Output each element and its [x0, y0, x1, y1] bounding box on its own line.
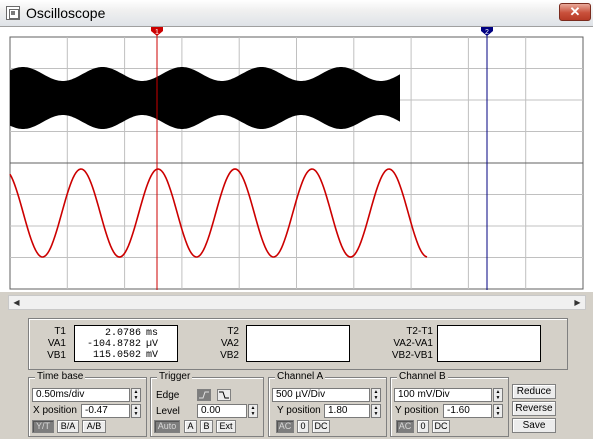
t1-label: T1	[54, 326, 66, 337]
t2-labels: T2 VA2 VB2	[199, 326, 239, 362]
t1-labels: T1 VA1 VB1	[26, 326, 66, 362]
reverse-button[interactable]: Reverse	[512, 401, 556, 416]
channel-b-label: Channel B	[397, 371, 448, 382]
channel-a-dc-button[interactable]: DC	[312, 420, 330, 433]
scroll-right-icon[interactable]: ▶	[570, 296, 585, 309]
channel-b-scale-field[interactable]: 100 mV/Div	[394, 388, 492, 402]
channel-a-envelope	[10, 67, 400, 129]
va1-value: -104.8782	[86, 339, 141, 350]
t2-t1-label: T2-T1	[406, 326, 433, 337]
vb1-unit: mV	[146, 350, 159, 361]
falling-edge-icon[interactable]	[217, 389, 231, 401]
channel-b-trace	[9, 168, 428, 258]
trigger-auto-button[interactable]: Auto	[154, 420, 180, 433]
edge-label: Edge	[156, 390, 180, 401]
diff-labels: T2-T1 VA2-VA1 VB2-VB1	[381, 326, 433, 362]
t2-readout-box	[246, 325, 350, 362]
xposition-spinner[interactable]: ▲ ▼	[131, 404, 141, 418]
t1-readout-box: 2.0786 ms -104.8782 µV 115.0502 mV	[74, 325, 178, 362]
close-button[interactable]: ✕	[559, 3, 591, 21]
title-bar: Oscilloscope ✕	[0, 0, 593, 27]
channel-a-label: Channel A	[275, 371, 326, 382]
t1-unit: ms	[146, 328, 159, 339]
level-label: Level	[156, 406, 180, 417]
channel-b-ypos-field[interactable]: -1.60	[443, 404, 492, 418]
trigger-label: Trigger	[157, 371, 193, 382]
trigger-ext-button[interactable]: Ext	[216, 420, 236, 433]
scope-display: 1 2	[0, 27, 593, 292]
channel-a-ypos-field[interactable]: 1.80	[324, 404, 370, 418]
channel-a-trace	[10, 67, 400, 129]
trigger-a-button[interactable]: A	[184, 420, 197, 433]
vb2-label: VB2	[220, 350, 239, 361]
vb2-vb1-label: VB2-VB1	[391, 350, 433, 361]
vb1-label: VB1	[47, 350, 66, 361]
trigger-level-spinner[interactable]: ▲ ▼	[248, 404, 258, 418]
horizontal-scrollbar[interactable]: ◀ ▶	[8, 295, 586, 310]
timebase-label: Time base	[35, 371, 86, 382]
cursor-1-label: 1	[155, 29, 159, 36]
va2-va1-label: VA2-VA1	[393, 338, 433, 349]
trigger-b-button[interactable]: B	[200, 420, 213, 433]
channel-b-ac-button[interactable]: AC	[396, 420, 414, 433]
va1-unit: µV	[146, 339, 159, 350]
channel-b-zero-button[interactable]: 0	[417, 420, 429, 433]
yt-mode-button[interactable]: Y/T	[32, 420, 54, 433]
trigger-level-field[interactable]: 0.00	[197, 404, 247, 418]
xposition-label: X position	[33, 405, 77, 416]
cursor-2-label: 2	[485, 29, 489, 36]
channel-a-zero-button[interactable]: 0	[297, 420, 309, 433]
diff-readout-box	[437, 325, 541, 362]
channel-a-ac-button[interactable]: AC	[276, 420, 294, 433]
channel-b-dc-button[interactable]: DC	[432, 420, 450, 433]
channel-a-scale-spinner[interactable]: ▲ ▼	[371, 388, 381, 402]
xposition-field[interactable]: -0.47	[81, 404, 130, 418]
ba-mode-button[interactable]: B/A	[57, 420, 79, 433]
reduce-button[interactable]: Reduce	[512, 384, 556, 399]
save-button[interactable]: Save	[512, 418, 556, 433]
channel-a-scale-field[interactable]: 500 µV/Div	[272, 388, 370, 402]
channel-b-group: Channel B 100 mV/Div ▲ ▼ Y position -1.60…	[390, 371, 509, 437]
channel-b-ypos-label: Y position	[395, 405, 439, 416]
channel-a-group: Channel A 500 µV/Div ▲ ▼ Y position 1.80 …	[268, 371, 387, 437]
trigger-group: Trigger Edge Level 0.00 ▲ ▼ Auto A B Ext	[150, 371, 264, 437]
timebase-scale-spinner[interactable]: ▲ ▼	[131, 388, 141, 402]
channel-a-ypos-label: Y position	[277, 405, 321, 416]
window-title: Oscilloscope	[26, 5, 106, 21]
scroll-left-icon[interactable]: ◀	[9, 296, 24, 309]
rising-edge-icon[interactable]	[197, 389, 211, 401]
timebase-scale-field[interactable]: 0.50ms/div	[32, 388, 130, 402]
vb1-value: 115.0502	[92, 350, 141, 361]
t2-label: T2	[227, 326, 239, 337]
va2-label: VA2	[220, 338, 239, 349]
scope-grid: 1 2	[9, 27, 584, 290]
ab-mode-button[interactable]: A/B	[82, 420, 106, 433]
t1-value: 2.0786	[104, 328, 141, 339]
cursor-readout-panel: T1 VA1 VB1 2.0786 ms -104.8782 µV 115.0502…	[28, 318, 568, 370]
channel-a-ypos-spinner[interactable]: ▲ ▼	[371, 404, 381, 418]
timebase-group: Time base 0.50ms/div ▲ ▼ X position -0.47…	[28, 371, 147, 437]
channel-b-ypos-spinner[interactable]: ▲ ▼	[493, 404, 503, 418]
oscilloscope-icon	[6, 6, 20, 20]
channel-b-scale-spinner[interactable]: ▲ ▼	[493, 388, 503, 402]
va1-label: VA1	[47, 338, 66, 349]
